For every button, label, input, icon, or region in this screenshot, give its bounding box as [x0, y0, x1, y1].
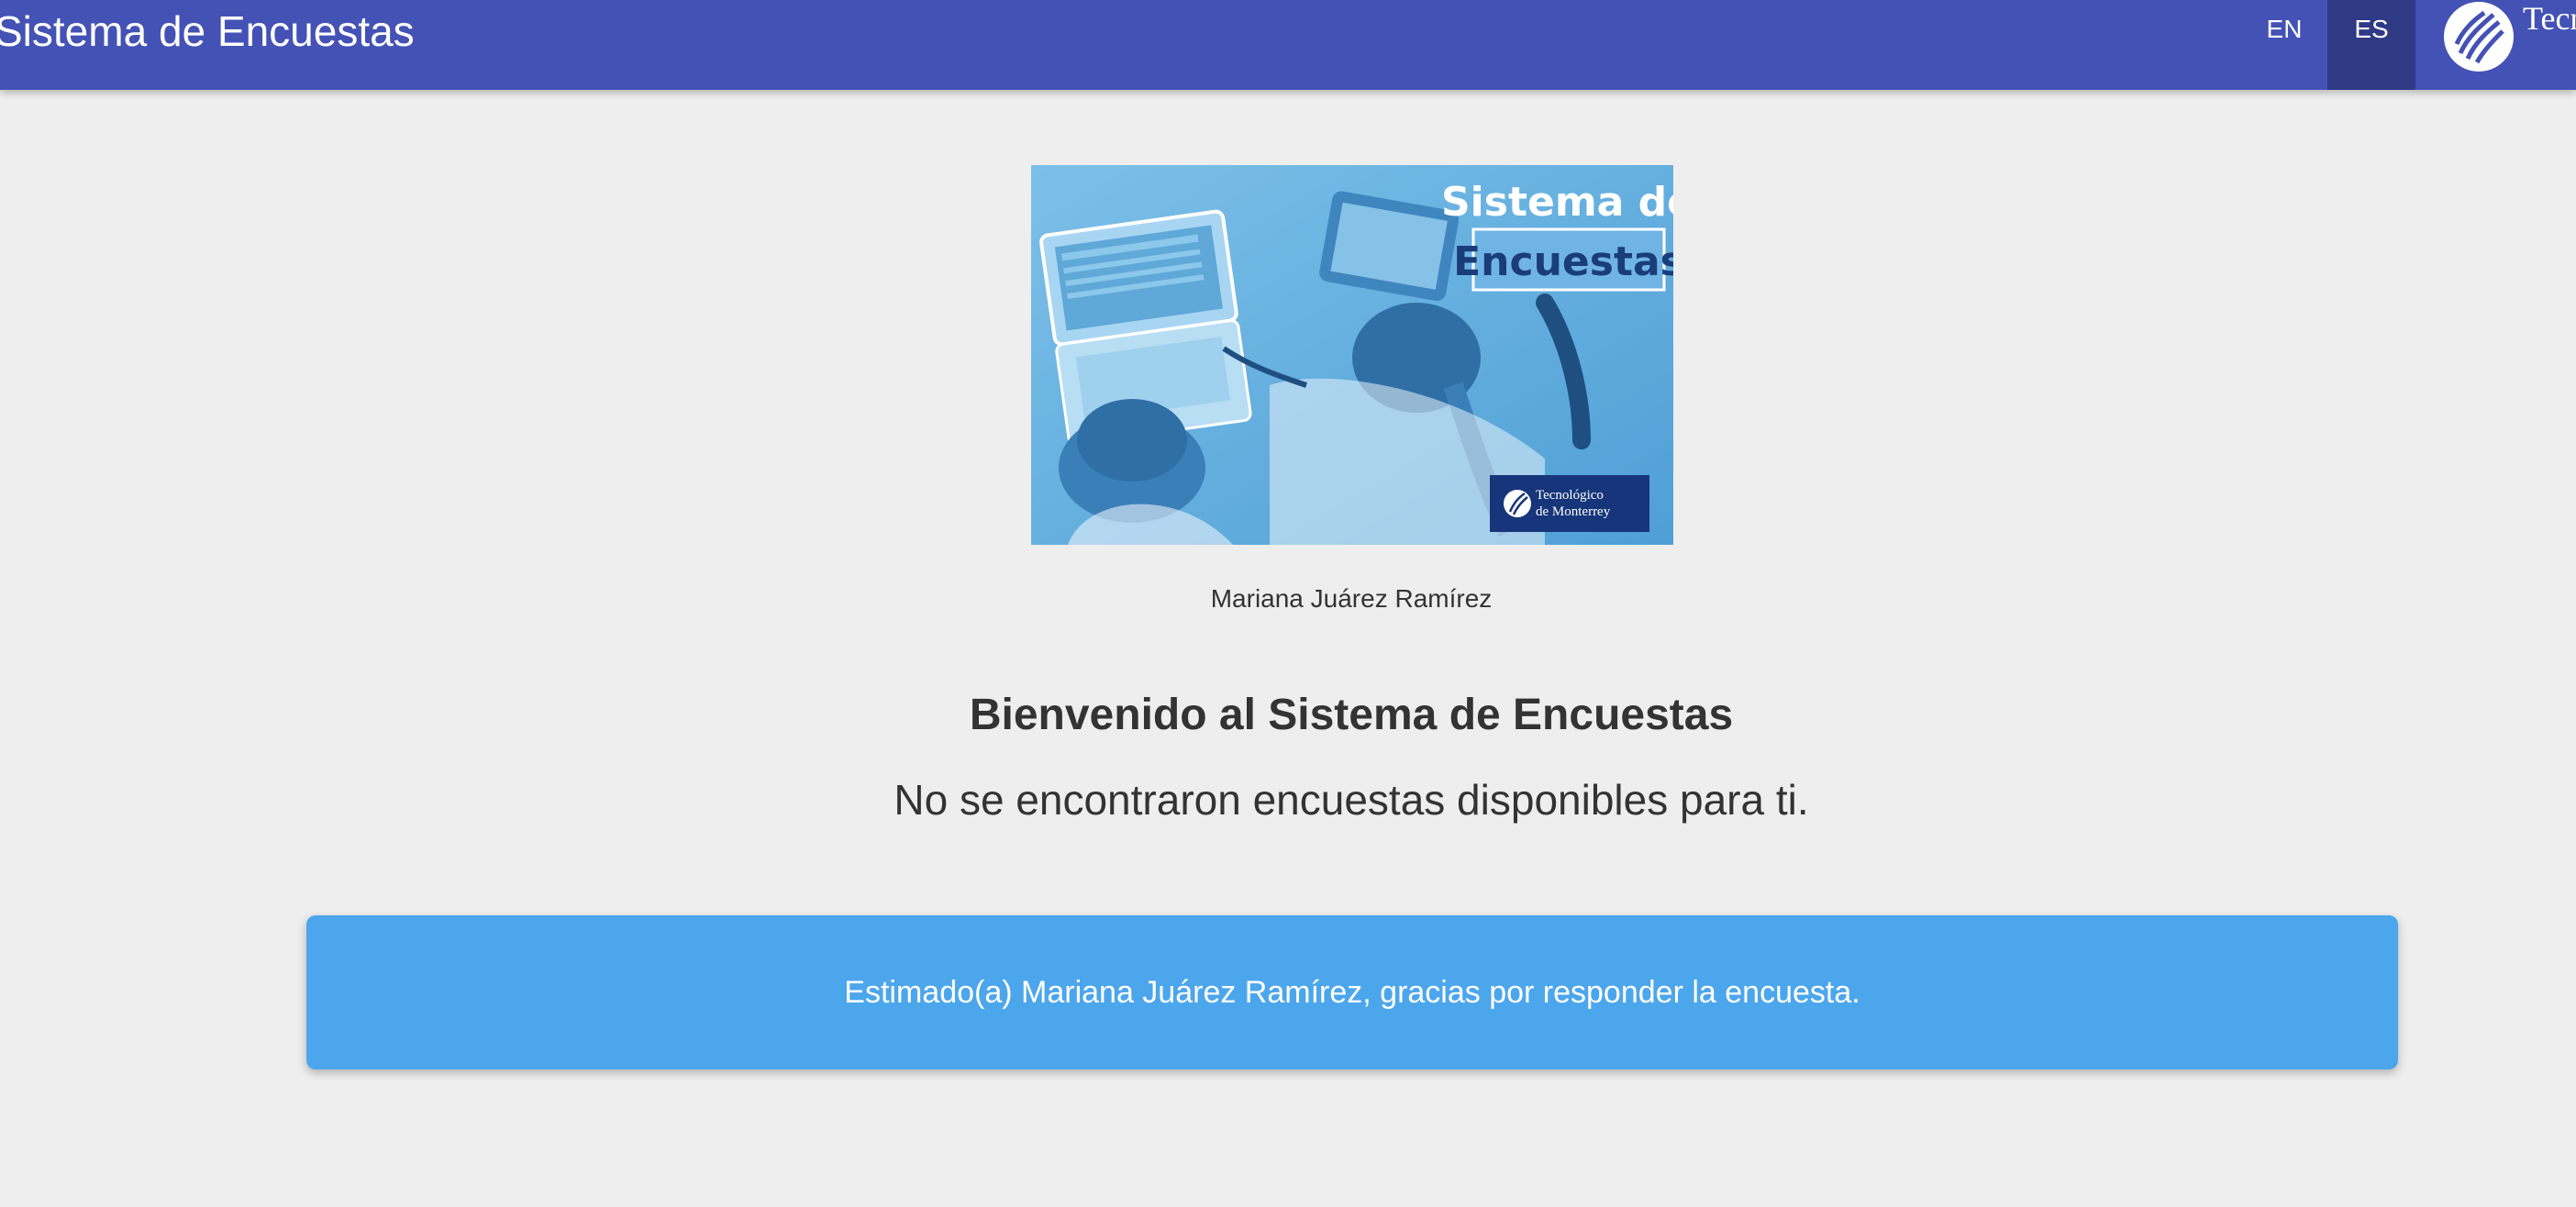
no-surveys-message: No se encontraron encuestas disponibles …	[894, 776, 1809, 824]
banner-badge-line1: Tecnológico	[1536, 488, 1604, 503]
survey-system-banner-image: Sistema de Encuestas Tecnológico de Mont…	[1031, 165, 1673, 545]
language-es-button[interactable]: ES	[2327, 0, 2415, 90]
banner-badge-line2: de Monterrey	[1536, 504, 1611, 519]
user-name: Mariana Juárez Ramírez	[1210, 584, 1493, 613]
banner-title-line2: Encuestas	[1453, 238, 1673, 285]
language-en-button[interactable]: EN	[2240, 0, 2328, 90]
app-title: Sistema de Encuestas	[0, 7, 415, 55]
thank-you-message: Estimado(a) Mariana Juárez Ramírez, grac…	[844, 975, 1860, 1010]
tec-flame-logo-icon	[2444, 2, 2514, 72]
brand-logo[interactable]: Tecnológico de Monterrey	[2440, 0, 2576, 90]
tec-badge-logo-icon	[1504, 490, 1531, 517]
brand-text: Tecnológico de Monterrey	[2523, 0, 2576, 37]
thank-you-alert: Estimado(a) Mariana Juárez Ramírez, grac…	[306, 915, 2398, 1069]
top-app-bar: Sistema de Encuestas EN ES Tecnológico d…	[0, 0, 2576, 90]
welcome-heading: Bienvenido al Sistema de Encuestas	[969, 691, 1734, 739]
banner-title-line1: Sistema de	[1441, 179, 1673, 226]
